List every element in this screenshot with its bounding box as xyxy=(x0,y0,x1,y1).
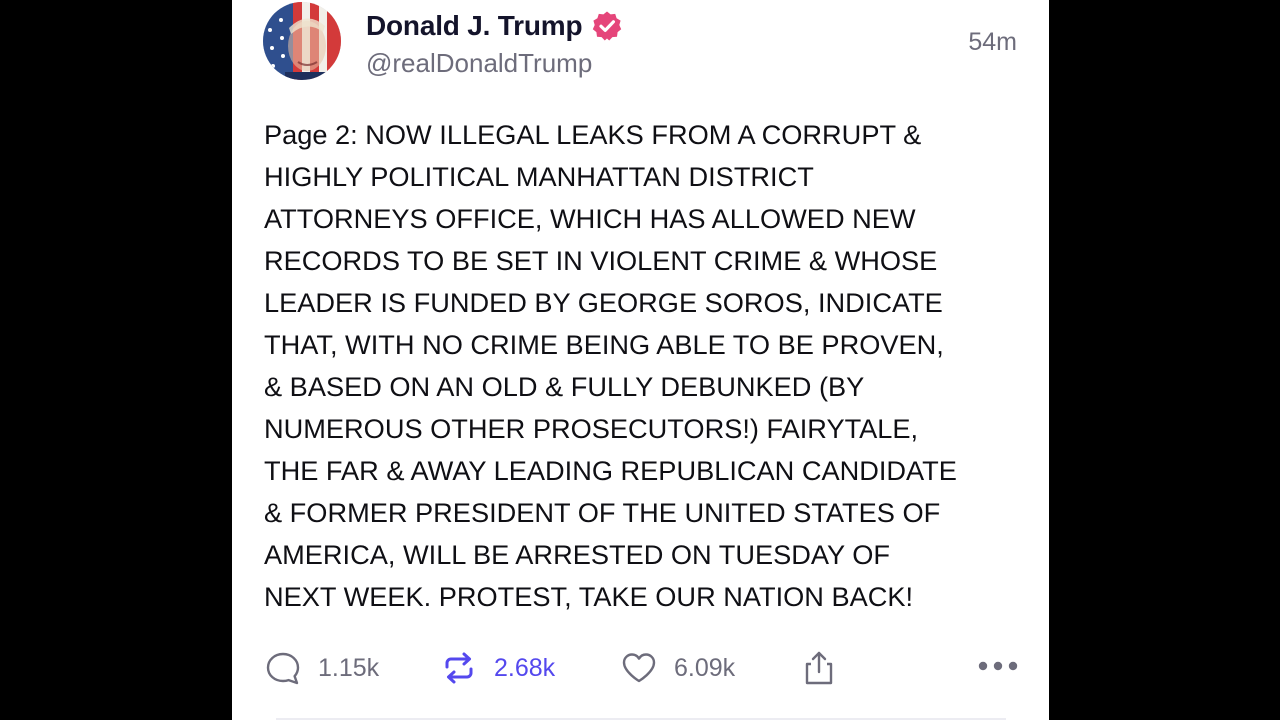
post-body-line: AMERICA, WILL BE ARRESTED ON TUESDAY OF xyxy=(264,539,890,570)
post-body: Page 2: NOW ILLEGAL LEAKS FROM A CORRUPT… xyxy=(264,114,1024,618)
more-options-button[interactable] xyxy=(976,645,1020,691)
author-display-name[interactable]: Donald J. Trump xyxy=(366,10,583,42)
post-body-line: ATTORNEYS OFFICE, WHICH HAS ALLOWED NEW xyxy=(264,203,916,234)
reply-count: 1.15k xyxy=(318,653,380,682)
like-count: 6.09k xyxy=(674,653,736,682)
comment-bubble-icon xyxy=(264,649,302,687)
reply-button[interactable]: 1.15k xyxy=(264,645,379,691)
more-dots-icon xyxy=(976,659,1020,678)
like-button[interactable]: 6.09k xyxy=(620,645,735,691)
post-timestamp[interactable]: 54m xyxy=(968,28,1017,57)
repost-arrows-icon xyxy=(440,649,478,687)
verified-badge-icon xyxy=(591,10,623,42)
author-name-row: Donald J. Trump xyxy=(366,6,623,46)
post-body-line: NUMEROUS OTHER PROSECUTORS!) FAIRYTALE, xyxy=(264,413,919,444)
post-body-line: & FORMER PRESIDENT OF THE UNITED STATES … xyxy=(264,497,941,528)
post-body-line: HIGHLY POLITICAL MANHATTAN DISTRICT xyxy=(264,161,814,192)
share-button[interactable] xyxy=(800,645,838,691)
viewport: Donald J. Trump @realDonaldTrump 54m Pag… xyxy=(0,0,1280,720)
post-body-line: THE FAR & AWAY LEADING REPUBLICAN CANDID… xyxy=(264,455,957,486)
author-avatar[interactable] xyxy=(263,2,341,80)
post-actions-bar: 1.15k 2.68k 6.09k xyxy=(264,645,1024,691)
rebroadcast-count: 2.68k xyxy=(494,653,556,682)
post-body-line: LEADER IS FUNDED BY GEORGE SOROS, INDICA… xyxy=(264,287,943,318)
share-upload-icon xyxy=(800,649,838,687)
post-body-line: Page 2: NOW ILLEGAL LEAKS FROM A CORRUPT… xyxy=(264,119,922,150)
post-body-line: RECORDS TO BE SET IN VIOLENT CRIME & WHO… xyxy=(264,245,938,276)
author-handle[interactable]: @realDonaldTrump xyxy=(366,48,592,79)
post-body-line: & BASED ON AN OLD & FULLY DEBUNKED (BY xyxy=(264,371,865,402)
post-body-line: NEXT WEEK. PROTEST, TAKE OUR NATION BACK… xyxy=(264,581,914,612)
post-card: Donald J. Trump @realDonaldTrump 54m Pag… xyxy=(232,0,1049,720)
avatar-image xyxy=(263,2,341,80)
heart-icon xyxy=(620,649,658,687)
post-body-line: THAT, WITH NO CRIME BEING ABLE TO BE PRO… xyxy=(264,329,944,360)
rebroadcast-button[interactable]: 2.68k xyxy=(440,645,555,691)
